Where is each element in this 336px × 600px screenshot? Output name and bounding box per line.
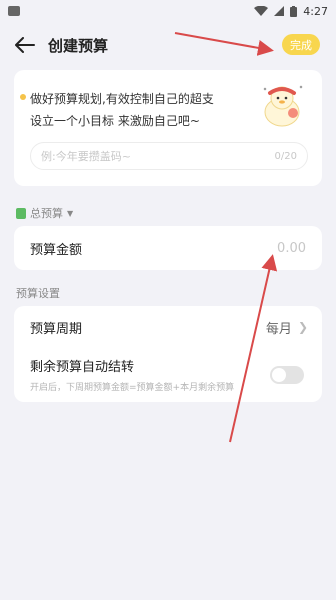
char-counter: 0/20 — [274, 150, 297, 162]
caret-down-icon: ▼ — [67, 208, 74, 218]
goal-note-field[interactable]: 0/20 — [30, 142, 308, 170]
ledger-book-icon — [16, 207, 26, 219]
chevron-right-icon: ❯ — [297, 320, 308, 334]
battery-icon — [290, 5, 298, 17]
budget-amount-input[interactable] — [206, 240, 306, 256]
rollover-title: 剩余预算自动结转 — [30, 360, 135, 375]
budget-amount-row: 预算金额 — [14, 226, 322, 270]
budget-period-label: 预算周期 — [30, 321, 83, 337]
wifi-icon — [254, 6, 269, 16]
status-time: 4:27 — [303, 4, 328, 18]
notification-icon — [8, 6, 20, 16]
total-budget-selector[interactable]: 总预算 ▼ — [16, 205, 73, 221]
arrow-left-icon — [15, 37, 35, 53]
rollover-row: 剩余预算自动结转 开启后，下周期预算金额=预算金额+本月剩余预算 — [14, 354, 322, 394]
rollover-toggle[interactable] — [270, 366, 304, 384]
page-title: 创建预算 — [48, 36, 109, 55]
budget-period-row[interactable]: 预算周期 每月 ❯ — [14, 306, 322, 348]
app-header: 创建预算 完成 — [0, 28, 336, 62]
done-button[interactable]: 完成 — [282, 34, 320, 55]
settings-card: 预算周期 每月 ❯ 剩余预算自动结转 开启后，下周期预算金额=预算金额+本月剩余… — [14, 306, 322, 402]
total-budget-label: 总预算 — [30, 207, 63, 220]
duck-mascot-icon — [263, 85, 303, 127]
goal-card: 做好预算规划,有效控制自己的超支 设立一个小目标 来激励自己吧~ 0/20 — [14, 70, 322, 186]
status-icons: 4:27 — [254, 5, 328, 18]
budget-settings-heading: 预算设置 — [16, 287, 60, 300]
rollover-description: 开启后，下周期预算金额=预算金额+本月剩余预算 — [30, 383, 235, 393]
toggle-knob — [272, 368, 286, 382]
signal-icon — [274, 6, 285, 16]
tip-text-1: 做好预算规划,有效控制自己的超支 — [30, 92, 214, 106]
status-bar: 4:27 — [0, 0, 336, 22]
back-button[interactable] — [10, 30, 40, 60]
goal-note-input[interactable] — [41, 149, 275, 163]
bullet-dot-icon — [20, 94, 26, 100]
budget-amount-label: 预算金额 — [30, 242, 83, 258]
tip-text-2: 设立一个小目标 来激励自己吧~ — [30, 114, 200, 128]
budget-period-value: 每月 — [265, 321, 292, 337]
